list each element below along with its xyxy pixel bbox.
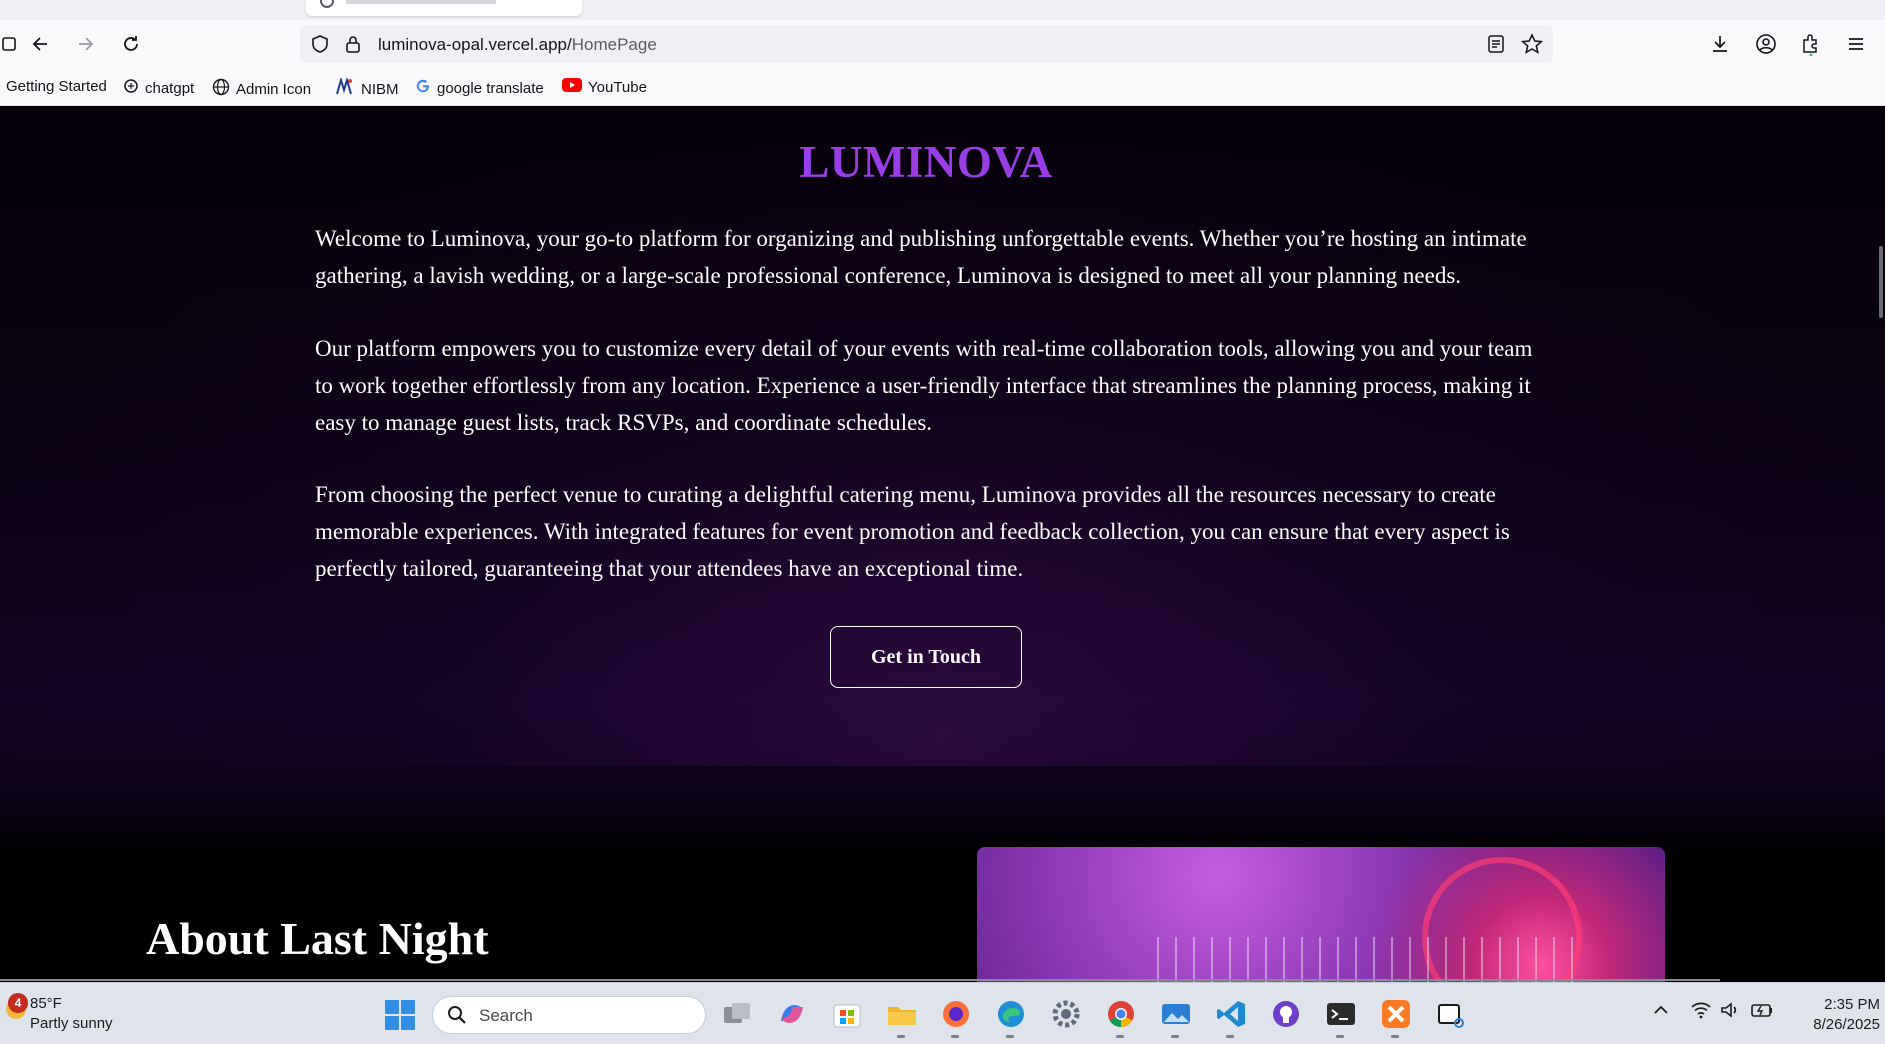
running-indicator [897,1035,905,1038]
fireworks-decoration [1157,937,1577,982]
running-indicator [1006,1035,1014,1038]
features-paragraph: Our platform empowers you to customize e… [315,336,1533,435]
bookmark-star-icon[interactable] [1520,33,1544,60]
taskbar: 4 85°F Partly sunny Search 2:35 PM 8/26/… [0,982,1885,1044]
bookmark-getting-started[interactable]: Getting Started [6,78,107,95]
globe-icon [212,78,230,100]
terminal-icon[interactable] [1324,997,1358,1038]
google-icon [415,78,431,98]
bookmark-youtube[interactable]: YouTube [562,78,647,96]
bookmarks-toolbar: Getting Started chatgpt Admin Icon NIBM … [0,68,1885,106]
resources-paragraph: From choosing the perfect venue to curat… [315,482,1510,581]
battery-icon[interactable] [1750,1001,1774,1024]
back-icon[interactable] [27,30,55,58]
running-indicator [1391,1035,1399,1038]
task-view-icon[interactable] [720,997,754,1031]
edge-icon[interactable] [994,997,1028,1038]
downloads-icon[interactable] [1706,30,1734,58]
tab-title-placeholder [346,0,496,4]
chatgpt-icon [123,78,139,98]
notification-badge: 4 [8,993,28,1013]
youtube-icon [562,78,582,96]
running-indicator [1171,1035,1179,1038]
bookmark-label: NIBM [361,80,399,98]
forward-icon[interactable] [71,30,99,58]
about-heading: About Last Night [146,913,489,964]
tab-strip [0,0,1885,20]
sidebar-toggle-icon[interactable] [0,30,24,58]
lock-icon[interactable] [344,34,362,59]
page-title: LUMINOVA [799,137,1053,187]
event-photo [977,847,1665,982]
running-indicator [1116,1035,1124,1038]
tab-favicon-icon [320,0,334,8]
bookmark-label: Admin Icon [236,80,312,98]
wifi-icon[interactable] [1690,1001,1712,1024]
bookmark-admin-icon[interactable]: Admin Icon [212,78,311,100]
url-host: luminova-opal.vercel.app/ [378,35,572,54]
xampp-icon[interactable] [1379,997,1413,1038]
search-icon [447,1005,467,1030]
running-indicator [1226,1035,1234,1038]
bookmark-google-translate[interactable]: google translate [415,78,544,98]
running-indicator [951,1035,959,1038]
photos-icon[interactable] [1159,997,1193,1038]
intro-paragraph: Welcome to Luminova, your go-to platform… [315,226,1527,288]
taskbar-search[interactable]: Search [432,996,706,1034]
tracking-protection-shield-icon[interactable] [310,34,330,59]
running-indicator [1336,1035,1344,1038]
bookmark-nibm[interactable]: NIBM [335,76,399,100]
active-tab[interactable] [306,0,582,16]
get-in-touch-button[interactable]: Get in Touch [830,626,1022,688]
account-icon[interactable] [1752,30,1780,58]
github-desktop-icon[interactable] [1269,997,1303,1031]
reader-view-icon[interactable] [1487,34,1505,59]
snipping-tool-icon[interactable] [1434,997,1468,1031]
navigation-toolbar: luminova-opal.vercel.app/HomePage [0,20,1885,68]
horizontal-scrollbar[interactable] [0,979,1720,981]
settings-icon[interactable] [1049,997,1083,1031]
address-bar[interactable]: luminova-opal.vercel.app/HomePage [300,25,1553,63]
reload-icon[interactable] [117,30,145,58]
bookmark-label: chatgpt [145,79,195,97]
file-explorer-icon[interactable] [885,997,919,1038]
search-placeholder: Search [479,1006,533,1025]
firefox-icon[interactable] [939,997,973,1038]
windows-start-icon[interactable] [385,1000,415,1030]
vertical-scrollbar-thumb[interactable] [1879,246,1883,318]
system-clock[interactable]: 2:35 PM 8/26/2025 [1776,995,1880,1035]
menu-icon[interactable] [1842,30,1870,58]
web-page: LUMINOVA Welcome to Luminova, your go-to… [0,106,1885,982]
bookmark-chatgpt[interactable]: chatgpt [123,78,194,98]
weather-condition: Partly sunny [30,1015,113,1032]
chrome-icon[interactable] [1104,997,1138,1038]
copilot-icon[interactable] [775,997,809,1031]
volume-icon[interactable] [1719,1001,1741,1024]
extensions-icon[interactable] [1797,30,1825,58]
clock-date: 8/26/2025 [1813,1016,1880,1033]
bookmark-label: YouTube [588,78,647,96]
microsoft-store-icon[interactable] [830,997,864,1031]
url-path: HomePage [571,35,657,54]
clock-time: 2:35 PM [1824,996,1880,1013]
bookmark-label: google translate [437,79,544,97]
vscode-icon[interactable] [1214,997,1248,1038]
url-text[interactable]: luminova-opal.vercel.app/HomePage [378,35,657,55]
bookmark-label: Getting Started [6,78,107,95]
nibm-icon [335,76,355,100]
show-hidden-icons-chevron-icon[interactable] [1652,1001,1670,1024]
temperature: 85°F [30,995,62,1012]
